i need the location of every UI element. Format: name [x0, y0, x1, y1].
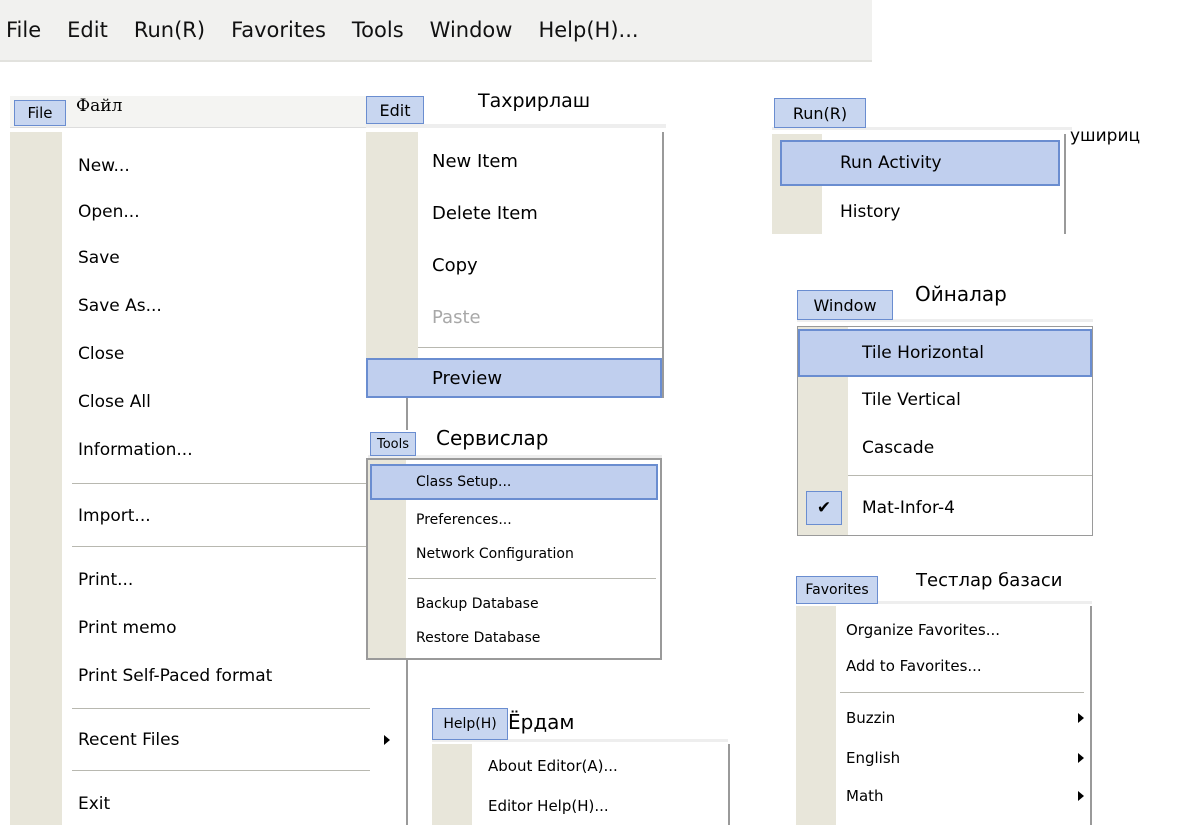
- favorites-english[interactable]: English: [796, 740, 1090, 776]
- buzzin-submenu-arrow-icon: [1078, 713, 1084, 723]
- help-editor-help[interactable]: Editor Help(H)...: [432, 786, 728, 825]
- tools-restore-database[interactable]: Restore Database: [368, 620, 660, 656]
- help-menu-button[interactable]: Help(H): [432, 708, 508, 740]
- window-tile-vertical[interactable]: Tile Vertical: [798, 377, 1092, 423]
- edit-preview[interactable]: Preview: [366, 358, 662, 398]
- favorites-separator: [840, 692, 1084, 693]
- file-exit[interactable]: Exit: [10, 782, 406, 825]
- file-close-all[interactable]: Close All: [10, 380, 406, 424]
- tools-menu-button[interactable]: Tools: [370, 432, 416, 456]
- file-new[interactable]: New...: [10, 144, 406, 188]
- run-menu-header: Run(R) ушириц: [772, 96, 1140, 146]
- file-menu-button[interactable]: File: [14, 100, 66, 126]
- file-close[interactable]: Close: [10, 332, 406, 376]
- favorites-menu-header: Favorites Тестлар базаси: [796, 570, 1092, 604]
- file-print[interactable]: Print...: [10, 558, 406, 602]
- file-separator-1: [72, 483, 370, 484]
- favorites-menu-button[interactable]: Favorites: [796, 576, 878, 604]
- window-menu-header: Window Ойналар: [797, 282, 1093, 322]
- tools-backup-database[interactable]: Backup Database: [368, 586, 660, 622]
- recent-files-submenu-arrow-icon: [384, 735, 390, 745]
- window-mat-infor-4[interactable]: Mat-Infor-4: [798, 485, 1092, 531]
- menu-edit[interactable]: Edit: [67, 18, 108, 42]
- favorites-organize[interactable]: Organize Favorites...: [796, 612, 1090, 648]
- run-menu-caption: ушириц: [1070, 126, 1141, 146]
- english-submenu-arrow-icon: [1078, 753, 1084, 763]
- file-separator-2: [72, 546, 370, 547]
- run-menu: Run Activity History: [772, 134, 1066, 234]
- favorites-add[interactable]: Add to Favorites...: [796, 648, 1090, 684]
- tools-separator: [408, 578, 656, 579]
- file-print-self-paced[interactable]: Print Self-Paced format: [10, 654, 406, 698]
- window-tile-horizontal[interactable]: Tile Horizontal: [798, 329, 1092, 377]
- menu-bar: File Edit Run(R) Favorites Tools Window …: [0, 0, 872, 62]
- file-save-as[interactable]: Save As...: [10, 284, 406, 328]
- window-menu-caption: Ойналар: [915, 282, 1007, 306]
- file-menu: New... Open... Save Save As... Close Clo…: [10, 132, 408, 825]
- edit-menu-header: Edit Тахрирлаш: [366, 90, 666, 128]
- file-import[interactable]: Import...: [10, 494, 406, 538]
- run-activity[interactable]: Run Activity: [780, 140, 1060, 186]
- window-menu-button[interactable]: Window: [797, 290, 893, 320]
- tools-preferences[interactable]: Preferences...: [368, 502, 660, 538]
- edit-new-item[interactable]: New Item: [366, 138, 662, 184]
- file-separator-4: [72, 770, 370, 771]
- window-cascade[interactable]: Cascade: [798, 425, 1092, 471]
- edit-delete-item[interactable]: Delete Item: [366, 190, 662, 236]
- menu-window[interactable]: Window: [430, 18, 513, 42]
- favorites-math[interactable]: Math: [796, 778, 1090, 814]
- tools-class-setup[interactable]: Class Setup...: [370, 464, 658, 500]
- math-submenu-arrow-icon: [1078, 791, 1084, 801]
- menu-run[interactable]: Run(R): [134, 18, 205, 42]
- edit-menu: New Item Delete Item Copy Paste Preview: [366, 132, 664, 398]
- file-separator-3: [72, 708, 370, 709]
- tools-menu-caption: Сервислар: [436, 426, 549, 450]
- file-print-memo[interactable]: Print memo: [10, 606, 406, 650]
- menu-favorites[interactable]: Favorites: [231, 18, 326, 42]
- run-history[interactable]: History: [772, 190, 1064, 234]
- edit-menu-button[interactable]: Edit: [366, 96, 424, 124]
- favorites-menu-caption: Тестлар базаси: [916, 570, 1063, 591]
- edit-paste[interactable]: Paste: [366, 294, 662, 340]
- file-recent-files[interactable]: Recent Files: [10, 718, 406, 762]
- tools-menu: Class Setup... Preferences... Network Co…: [366, 458, 662, 660]
- file-open[interactable]: Open...: [10, 190, 406, 234]
- edit-separator: [418, 347, 662, 348]
- file-menu-caption: Файл: [76, 96, 123, 116]
- help-menu-header: Help(H) Ёрдам: [432, 706, 728, 742]
- file-menu-header: File Файл: [10, 96, 366, 128]
- window-menu: Tile Horizontal Tile Vertical Cascade ✔ …: [797, 326, 1093, 536]
- menu-tools[interactable]: Tools: [352, 18, 404, 42]
- favorites-menu: Organize Favorites... Add to Favorites..…: [796, 606, 1092, 825]
- tools-network-configuration[interactable]: Network Configuration: [368, 536, 660, 572]
- edit-copy[interactable]: Copy: [366, 242, 662, 288]
- edit-menu-caption: Тахрирлаш: [478, 90, 591, 112]
- menu-help[interactable]: Help(H)...: [538, 18, 638, 42]
- file-information[interactable]: Information...: [10, 428, 406, 472]
- run-menu-button[interactable]: Run(R): [774, 98, 866, 128]
- window-separator: [848, 475, 1092, 476]
- tools-menu-header: Tools Сервислар: [368, 426, 662, 458]
- favorites-buzzin[interactable]: Buzzin: [796, 700, 1090, 736]
- help-menu: About Editor(A)... Editor Help(H)...: [432, 744, 730, 825]
- file-save[interactable]: Save: [10, 236, 406, 280]
- help-about-editor[interactable]: About Editor(A)...: [432, 746, 728, 786]
- help-menu-caption: Ёрдам: [508, 710, 575, 734]
- menu-file[interactable]: File: [6, 18, 41, 42]
